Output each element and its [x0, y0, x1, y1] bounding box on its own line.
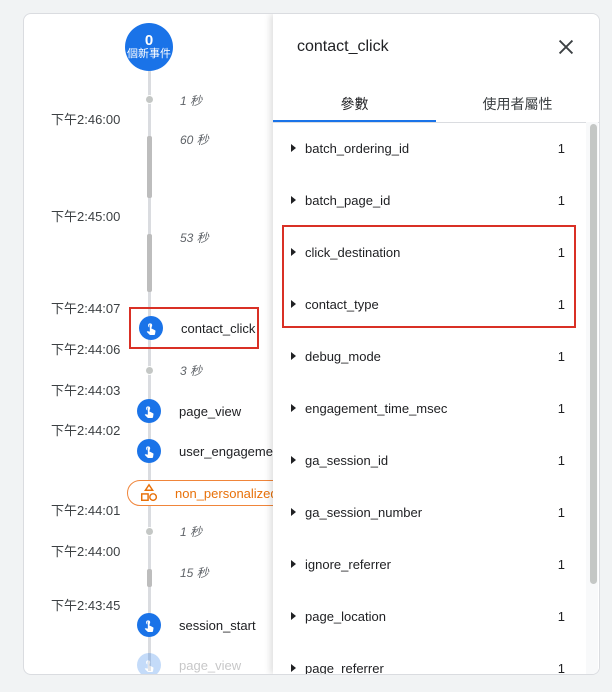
parameter-row[interactable]: ga_session_number 1: [273, 486, 581, 538]
parameter-row[interactable]: ignore_referrer 1: [273, 538, 581, 590]
parameter-count: 1: [557, 140, 565, 156]
timeline-dot: [145, 366, 154, 375]
tab-bar: 參數 使用者屬性: [273, 90, 599, 123]
parameter-count: 1: [557, 296, 565, 312]
expand-arrow-icon: [291, 456, 296, 464]
event-details-panel: contact_click 參數 使用者屬性 batch_ordering_id…: [273, 14, 599, 674]
event-label: session_start: [179, 617, 256, 633]
expand-arrow-icon: [291, 352, 296, 360]
parameter-name: ignore_referrer: [305, 556, 391, 572]
expand-arrow-icon: [291, 404, 296, 412]
parameter-name: click_destination: [305, 244, 401, 260]
parameter-count: 1: [557, 400, 565, 416]
duration-label: 53 秒: [180, 231, 209, 245]
duration-label: 15 秒: [180, 566, 209, 580]
duration-label: 1 秒: [180, 94, 203, 108]
timestamp: 下午2:44:07: [51, 301, 121, 316]
shapes-icon: [139, 482, 159, 504]
touch-icon: [139, 316, 163, 340]
tab-user-properties[interactable]: 使用者屬性: [436, 90, 599, 121]
close-button[interactable]: [553, 34, 579, 60]
event-label: contact_click: [181, 320, 256, 336]
timestamp: 下午2:44:00: [51, 544, 121, 559]
duration-label: 60 秒: [180, 133, 209, 147]
touch-icon: [137, 653, 161, 674]
timeline-gap-segment: [147, 569, 152, 587]
event-non-personalized-ads[interactable]: non_personalized_ads: [127, 480, 289, 506]
event-timeline: 0 個新事件 下午2:46:00 下午2:45:00 下午2:44:07 下午2…: [24, 14, 289, 674]
expand-arrow-icon: [291, 300, 296, 308]
parameter-list: batch_ordering_id 1 batch_page_id 1 clic…: [273, 122, 581, 674]
parameter-count: 1: [557, 192, 565, 208]
timeline-dot: [145, 527, 154, 536]
expand-arrow-icon: [291, 144, 296, 152]
timeline-gap-segment: [147, 234, 152, 292]
parameter-name: page_location: [305, 608, 386, 624]
event-label: user_engagement: [179, 443, 277, 459]
timeline-gap-segment: [147, 136, 152, 198]
parameter-row[interactable]: ga_session_id 1: [273, 434, 581, 486]
panel-title: contact_click: [297, 38, 389, 55]
event-label: page_view: [179, 657, 242, 673]
parameter-count: 1: [557, 660, 565, 675]
event-user-engagement[interactable]: user_engagement: [137, 438, 277, 464]
timestamp: 下午2:44:03: [51, 383, 121, 398]
tab-parameters[interactable]: 參數: [273, 90, 436, 122]
parameter-name: engagement_time_msec: [305, 400, 448, 416]
parameter-count: 1: [557, 608, 565, 624]
expand-arrow-icon: [291, 612, 296, 620]
scrollbar-thumb[interactable]: [590, 124, 597, 584]
expand-arrow-icon: [291, 560, 296, 568]
parameter-row[interactable]: contact_type 1: [273, 278, 581, 330]
new-events-count: 0: [144, 32, 154, 49]
parameter-row[interactable]: page_location 1: [273, 590, 581, 642]
timestamp: 下午2:44:01: [51, 503, 121, 518]
timestamp: 下午2:43:45: [51, 598, 121, 613]
event-contact-click[interactable]: contact_click: [129, 307, 259, 349]
parameter-row[interactable]: batch_page_id 1: [273, 174, 581, 226]
parameter-row[interactable]: batch_ordering_id 1: [273, 122, 581, 174]
new-events-bubble[interactable]: 0 個新事件: [125, 23, 173, 71]
parameter-count: 1: [557, 504, 565, 520]
event-label: page_view: [179, 403, 242, 419]
parameter-name: ga_session_id: [305, 452, 389, 468]
timestamp: 下午2:46:00: [51, 112, 121, 127]
parameter-count: 1: [557, 348, 565, 364]
duration-label: 1 秒: [180, 525, 203, 539]
parameter-count: 1: [557, 244, 565, 260]
parameter-row[interactable]: click_destination 1: [273, 226, 581, 278]
timestamp: 下午2:44:06: [51, 342, 121, 357]
close-icon: [558, 39, 574, 55]
event-page-view[interactable]: page_view: [137, 652, 277, 674]
event-page-view[interactable]: page_view: [137, 398, 277, 424]
timestamp: 下午2:45:00: [51, 209, 121, 224]
new-events-label: 個新事件: [127, 48, 171, 60]
parameter-row[interactable]: debug_mode 1: [273, 330, 581, 382]
expand-arrow-icon: [291, 664, 296, 672]
duration-label: 3 秒: [180, 364, 203, 378]
timeline-dot: [145, 95, 154, 104]
timestamp: 下午2:44:02: [51, 423, 121, 438]
event-session-start[interactable]: session_start: [137, 612, 277, 638]
parameter-name: batch_ordering_id: [305, 140, 410, 156]
parameter-name: page_referrer: [305, 660, 384, 675]
parameter-count: 1: [557, 556, 565, 572]
parameter-name: debug_mode: [305, 348, 381, 364]
parameter-name: contact_type: [305, 296, 379, 312]
expand-arrow-icon: [291, 248, 296, 256]
parameter-row[interactable]: page_referrer 1: [273, 642, 581, 675]
parameter-row[interactable]: engagement_time_msec 1: [273, 382, 581, 434]
touch-icon: [137, 399, 161, 423]
parameter-name: ga_session_number: [305, 504, 423, 520]
expand-arrow-icon: [291, 508, 296, 516]
touch-icon: [137, 613, 161, 637]
parameter-count: 1: [557, 452, 565, 468]
debugview-card: 0 個新事件 下午2:46:00 下午2:45:00 下午2:44:07 下午2…: [23, 13, 600, 675]
parameter-name: batch_page_id: [305, 192, 391, 208]
touch-icon: [137, 439, 161, 463]
expand-arrow-icon: [291, 196, 296, 204]
event-label: non_personalized_ads: [175, 485, 288, 501]
